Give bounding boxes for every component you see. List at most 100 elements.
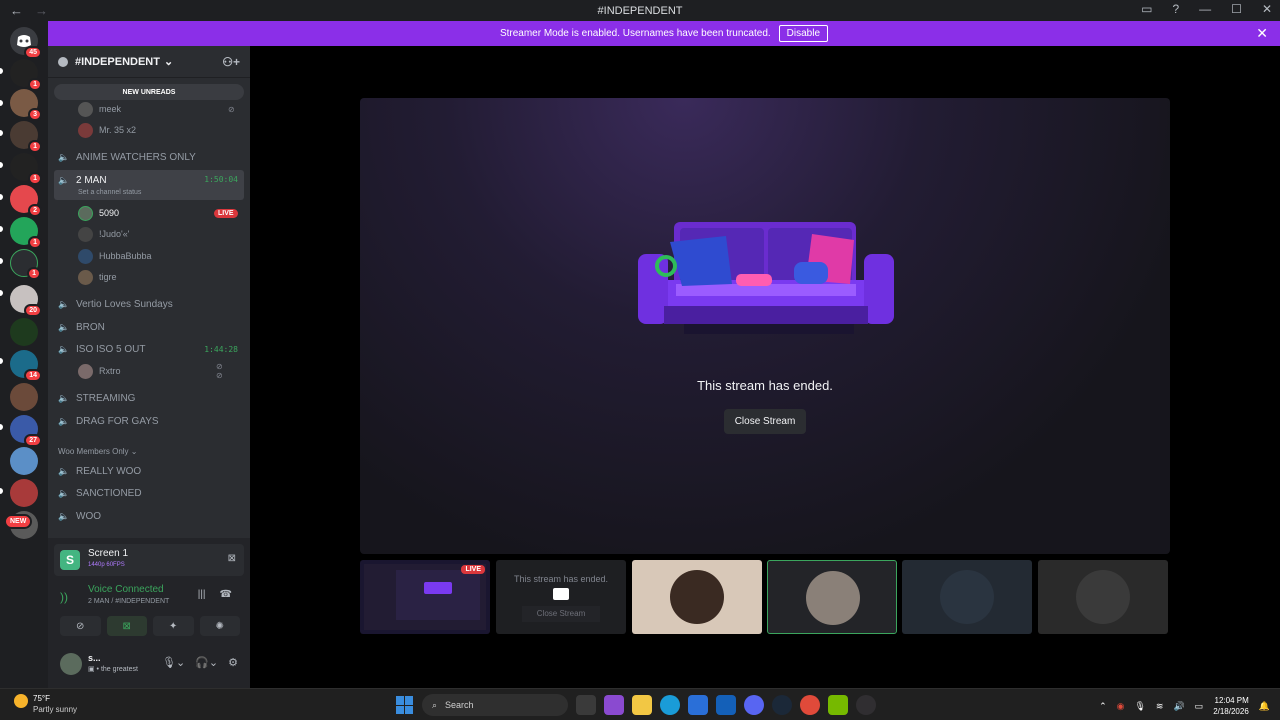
server-icon-14[interactable] <box>10 479 38 507</box>
server-icon-12[interactable]: 27 <box>10 415 42 447</box>
close-stream-button[interactable]: Close Stream <box>724 409 806 434</box>
server-icon-8[interactable]: 20 <box>10 285 42 317</box>
user-name: HubbaBubba <box>99 251 152 261</box>
headphones-icon[interactable]: 🎧⌄ <box>195 656 218 669</box>
obs-app-icon[interactable] <box>856 695 876 715</box>
server-icon-5[interactable]: 2 <box>10 185 42 217</box>
wifi-icon[interactable]: ≋ <box>1156 701 1164 712</box>
noise-suppression-icon[interactable]: ||| <box>198 589 206 600</box>
server-icon-4[interactable]: 1 <box>10 153 42 185</box>
voice-channel-bron[interactable]: 🔈 BRON <box>54 317 244 337</box>
notification-bell-icon[interactable]: 🔔 <box>1259 701 1270 712</box>
stream-preview-tile[interactable]: LIVE <box>360 560 490 634</box>
forward-arrow-icon[interactable]: → <box>35 3 48 18</box>
outlook-app-icon[interactable] <box>716 695 736 715</box>
voice-channel-iso[interactable]: 🔈 ISO ISO 5 OUT 1:44:28 <box>54 339 244 359</box>
voice-channel-sanctioned[interactable]: 🔈 SANCTIONED <box>54 483 244 503</box>
voice-user[interactable]: HubbaBubba <box>78 247 152 265</box>
help-icon[interactable]: ? <box>1172 2 1179 16</box>
voice-channel-drag[interactable]: 🔈 DRAG FOR GAYS <box>54 411 244 431</box>
voice-channel-really-woo[interactable]: 🔈 REALLY WOO <box>54 461 244 481</box>
stop-stream-icon[interactable]: ⊠ <box>228 553 236 564</box>
voice-channel-vertio[interactable]: 🔈 Vertio Loves Sundays <box>54 294 244 314</box>
soundboard-button[interactable]: ✺ <box>199 616 240 636</box>
voice-controls: ⊘ ⊠ ✦ ✺ <box>60 616 240 636</box>
start-button[interactable] <box>396 696 414 714</box>
close-banner-icon[interactable]: ✕ <box>1256 25 1268 42</box>
activities-button[interactable]: ✦ <box>153 616 194 636</box>
server-icon-15[interactable]: NEW <box>4 511 38 539</box>
voice-connected-label[interactable]: Voice Connected <box>88 584 164 595</box>
battery-icon[interactable]: ▭ <box>1195 701 1204 712</box>
ended-stream-tile[interactable]: This stream has ended. Close Stream <box>496 560 626 634</box>
taskbar-search[interactable]: ⌕ Search <box>422 694 568 716</box>
signal-icon[interactable]: )) <box>60 590 68 604</box>
server-icon-9[interactable] <box>10 318 38 346</box>
participant-tile[interactable] <box>632 560 762 634</box>
participant-tile[interactable] <box>1038 560 1168 634</box>
voice-channel-woo[interactable]: 🔈 WOO <box>54 506 244 526</box>
new-unreads-bar[interactable]: NEW UNREADS <box>54 84 244 100</box>
widgets-app-icon[interactable] <box>604 695 624 715</box>
channel-status[interactable]: Set a channel status <box>78 189 141 196</box>
steam-app-icon[interactable] <box>772 695 792 715</box>
disable-streamer-mode-button[interactable]: Disable <box>778 25 829 42</box>
voice-user[interactable]: !Judo'«' <box>78 225 129 243</box>
tile-close-stream-button[interactable]: Close Stream <box>522 606 600 622</box>
camera-toggle-button[interactable]: ⊘ <box>60 616 101 636</box>
server-icon-6[interactable]: 1 <box>10 217 42 249</box>
participant-tile[interactable] <box>902 560 1032 634</box>
disconnect-icon[interactable]: ☎ <box>220 589 232 600</box>
server-icon-7[interactable]: 1 <box>10 249 41 280</box>
nvidia-app-icon[interactable] <box>828 695 848 715</box>
server-icon-13[interactable] <box>10 447 38 475</box>
home-button[interactable]: 45 <box>10 27 42 59</box>
server-icon-1[interactable]: 1 <box>10 59 42 91</box>
server-badge: 2 <box>28 204 42 217</box>
close-window-icon[interactable]: ✕ <box>1262 2 1272 16</box>
tray-app-icon[interactable]: ◉ <box>1117 701 1125 712</box>
discord-app-icon[interactable] <box>744 695 764 715</box>
server-icon-10[interactable]: 14 <box>10 350 42 382</box>
back-arrow-icon[interactable]: ← <box>10 3 23 18</box>
clock[interactable]: 12:04 PM 2/18/2026 <box>1213 695 1249 717</box>
server-icon-11[interactable] <box>10 383 38 411</box>
voice-channel-2-man[interactable]: 🔈 2 MAN 1:50:04 Set a channel status <box>54 170 244 200</box>
channel-name: 2 MAN <box>76 175 107 186</box>
microphone-tray-icon[interactable]: 🎙 <box>1134 701 1145 712</box>
voice-channel-label[interactable]: 2 MAN / #INDEPENDENT <box>88 598 169 605</box>
voice-channel-anime[interactable]: 🔈 ANIME WATCHERS ONLY <box>54 147 244 167</box>
invite-people-icon[interactable]: ⚇+ <box>222 55 240 69</box>
participant-tile-speaking[interactable] <box>767 560 897 634</box>
minimize-icon[interactable]: — <box>1199 2 1211 16</box>
tray-chevron-icon[interactable]: ⌃ <box>1099 701 1107 712</box>
avatar[interactable] <box>60 653 82 675</box>
settings-gear-icon[interactable]: ⚙ <box>228 656 238 669</box>
voice-user[interactable]: tigre <box>78 268 117 286</box>
screen-share-card[interactable]: S Screen 1 1440p 60FPS ⊠ <box>54 544 244 576</box>
speaker-icon: 🔈 <box>58 415 70 426</box>
voice-channel-streaming[interactable]: 🔈 STREAMING <box>54 388 244 408</box>
voice-user[interactable]: meek ⊘ <box>78 100 235 118</box>
category-woo-members[interactable]: Woo Members Only ⌄ <box>58 447 137 456</box>
server-header[interactable]: #INDEPENDENT ⌄ ⚇+ <box>48 46 250 78</box>
file-explorer-icon[interactable] <box>632 695 652 715</box>
inbox-icon[interactable]: ▭ <box>1141 2 1152 16</box>
avatar <box>78 226 93 242</box>
voice-user[interactable]: Mr. 35 x2 <box>78 121 136 139</box>
user-name: !Judo'«' <box>99 229 130 239</box>
microphone-icon[interactable]: 🎙⌄ <box>162 656 185 669</box>
maximize-icon[interactable]: ☐ <box>1231 2 1242 16</box>
screen-share-toggle-button[interactable]: ⊠ <box>106 616 147 636</box>
server-icon-2[interactable]: 3 <box>10 89 42 121</box>
server-icon-3[interactable]: 1 <box>10 121 42 153</box>
edge-browser-icon[interactable] <box>660 695 680 715</box>
user-status-text: the greatest <box>100 666 138 673</box>
user-name: Rxtro <box>99 366 121 376</box>
volume-icon[interactable]: 🔊 <box>1173 701 1184 712</box>
voice-user[interactable]: 5090 LIVE <box>78 204 238 222</box>
chrome-app-icon[interactable] <box>800 695 820 715</box>
store-app-icon[interactable] <box>688 695 708 715</box>
task-view-icon[interactable] <box>576 695 596 715</box>
voice-user[interactable]: Rxtro ⊘ ⊘ <box>78 362 223 380</box>
